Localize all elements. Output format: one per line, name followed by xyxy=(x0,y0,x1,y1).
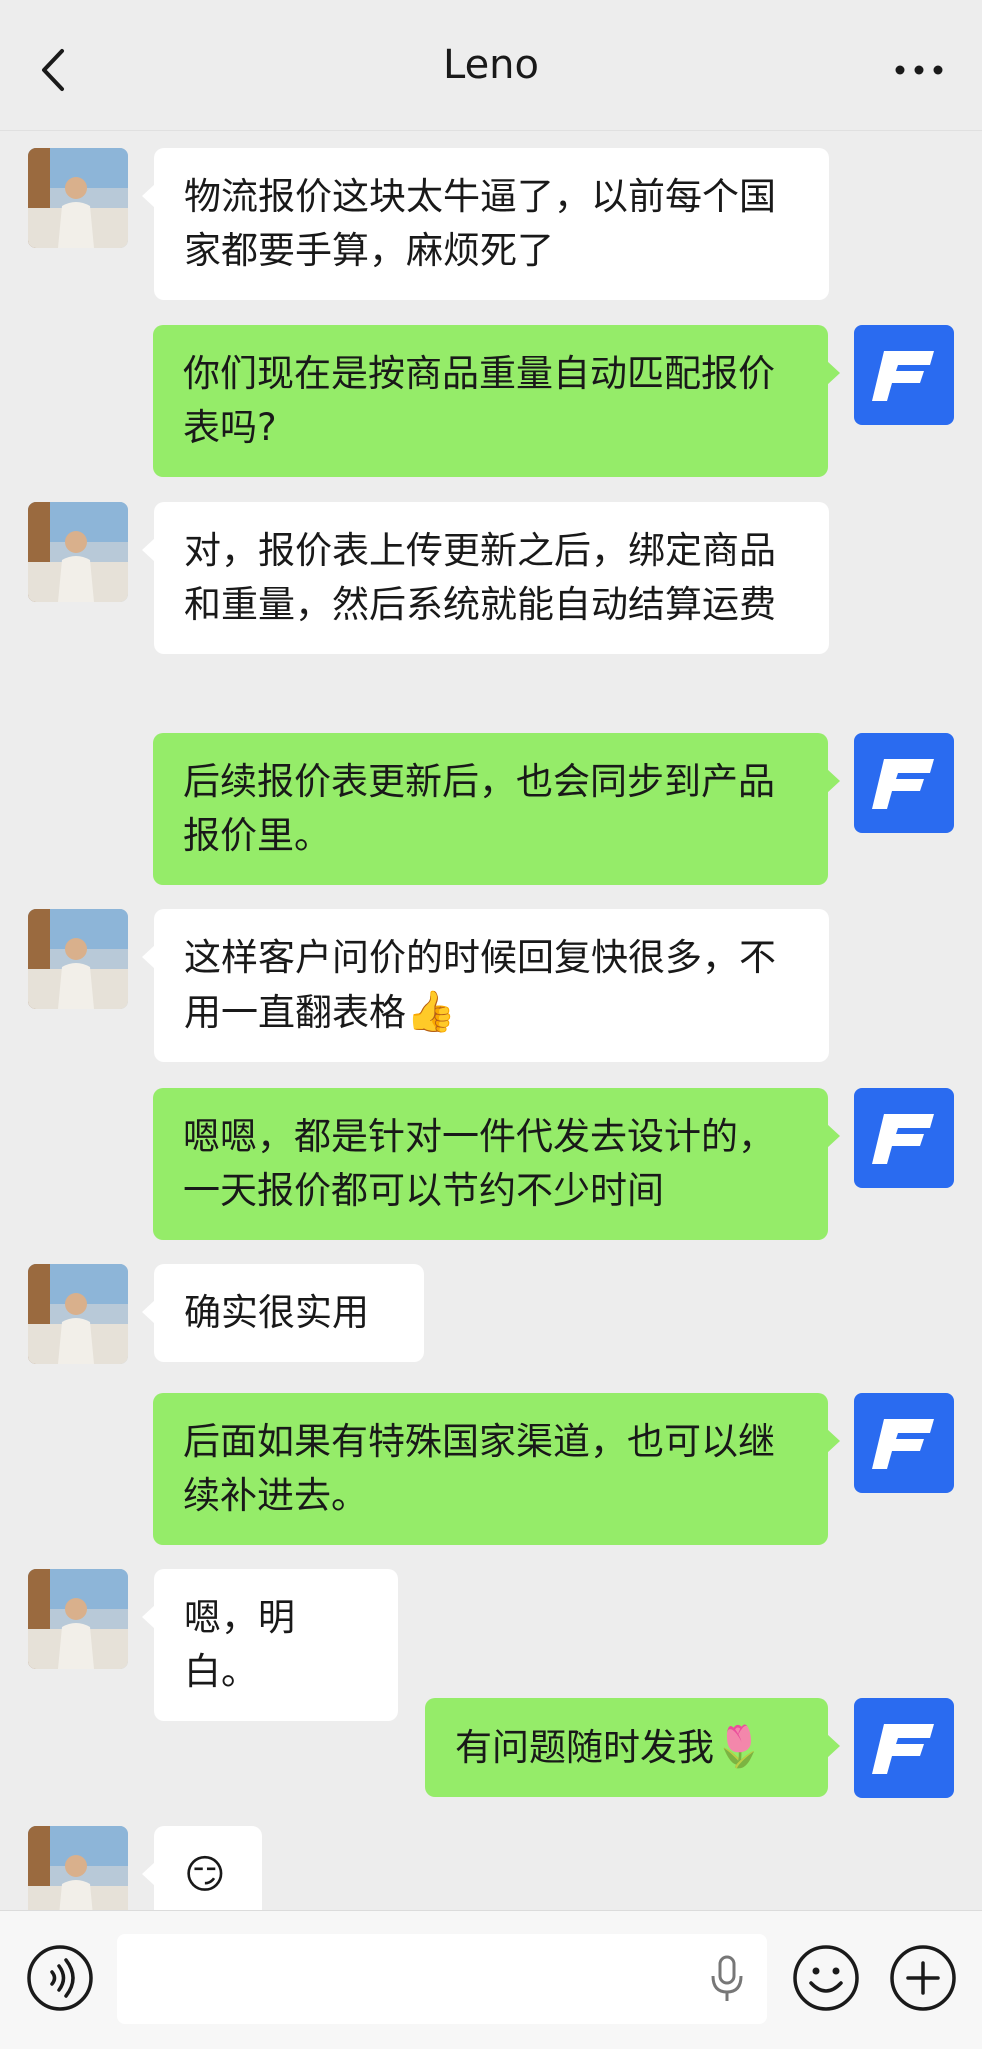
my-avatar[interactable] xyxy=(854,1088,954,1188)
message-text: 有问题随时发我 xyxy=(455,1726,714,1769)
person-photo-icon xyxy=(28,1264,128,1364)
contact-avatar[interactable] xyxy=(28,1569,128,1669)
tulip-emoji: 🌷 xyxy=(714,1724,764,1770)
my-avatar[interactable] xyxy=(854,733,954,833)
microphone-button[interactable] xyxy=(707,1954,747,2004)
person-photo-icon xyxy=(28,148,128,248)
my-avatar[interactable] xyxy=(854,1698,954,1798)
message-bubble-outgoing[interactable]: 后面如果有特殊国家渠道，也可以继续补进去。 xyxy=(153,1393,840,1545)
message-input[interactable] xyxy=(117,1934,767,2024)
more-actions-button[interactable] xyxy=(888,1943,958,2013)
contact-avatar[interactable] xyxy=(28,909,128,1009)
message-bubble-incoming[interactable]: 物流报价这块太牛逼了，以前每个国家都要手算，麻烦死了 xyxy=(142,148,829,300)
contact-avatar[interactable] xyxy=(28,1826,128,1910)
my-avatar[interactable] xyxy=(854,1393,954,1493)
emoji-button[interactable] xyxy=(791,1943,861,2013)
message-text: 后续报价表更新后，也会同步到产品报价里。 xyxy=(183,760,775,857)
contact-avatar[interactable] xyxy=(28,502,128,602)
emoji-smile-icon xyxy=(793,1945,859,2011)
back-button[interactable] xyxy=(28,35,78,105)
brand-logo-icon xyxy=(854,1088,954,1188)
microphone-icon xyxy=(711,1955,743,2001)
message-bubble-outgoing[interactable]: 有问题随时发我🌷 xyxy=(425,1698,840,1797)
voice-toggle-button[interactable] xyxy=(25,1943,95,2013)
chat-header: Leno xyxy=(0,0,982,131)
person-photo-icon xyxy=(28,502,128,602)
person-photo-icon xyxy=(28,1826,128,1910)
message-text: 你们现在是按商品重量自动匹配报价表吗? xyxy=(183,352,775,449)
message-text: 嗯嗯，都是针对一件代发去设计的，一天报价都可以节约不少时间 xyxy=(183,1115,775,1212)
message-bubble-incoming[interactable]: 确实很实用 xyxy=(142,1264,424,1362)
message-text: 物流报价这块太牛逼了，以前每个国家都要手算，麻烦死了 xyxy=(184,175,776,272)
message-text: 嗯，明白。 xyxy=(184,1596,295,1693)
message-bubble-incoming[interactable]: 对，报价表上传更新之后，绑定商品和重量，然后系统就能自动结算运费 xyxy=(142,502,829,654)
message-bubble-outgoing[interactable]: 嗯嗯，都是针对一件代发去设计的，一天报价都可以节约不少时间 xyxy=(153,1088,840,1240)
brand-logo-icon xyxy=(854,325,954,425)
person-photo-icon xyxy=(28,909,128,1009)
more-button[interactable] xyxy=(884,40,954,100)
brand-logo-icon xyxy=(854,1698,954,1798)
message-text: 后面如果有特殊国家渠道，也可以继续补进去。 xyxy=(183,1420,775,1517)
contact-avatar[interactable] xyxy=(28,1264,128,1364)
thumbs-up-emoji: 👍 xyxy=(406,989,456,1035)
contact-avatar[interactable] xyxy=(28,148,128,248)
message-bubble-outgoing[interactable]: 后续报价表更新后，也会同步到产品报价里。 xyxy=(153,733,840,885)
chevron-left-icon xyxy=(42,49,64,91)
brand-logo-icon xyxy=(854,733,954,833)
message-bubble-incoming[interactable]: 😏 xyxy=(142,1826,262,1910)
smirk-emoji: 😏 xyxy=(184,1852,226,1898)
input-bar xyxy=(0,1910,982,2049)
message-list[interactable]: 物流报价这块太牛逼了，以前每个国家都要手算，麻烦死了 你们现在是按商品重量自动匹… xyxy=(0,131,982,1910)
person-photo-icon xyxy=(28,1569,128,1669)
voice-toggle-icon xyxy=(27,1945,93,2011)
brand-logo-icon xyxy=(854,1393,954,1493)
message-bubble-incoming[interactable]: 嗯，明白。 xyxy=(142,1569,398,1721)
message-text: 这样客户问价的时候回复快很多，不用一直翻表格 xyxy=(184,936,776,1034)
chat-title: Leno xyxy=(442,42,539,88)
message-text: 对，报价表上传更新之后，绑定商品和重量，然后系统就能自动结算运费 xyxy=(184,529,776,626)
message-bubble-incoming[interactable]: 这样客户问价的时候回复快很多，不用一直翻表格👍 xyxy=(142,909,829,1062)
plus-circle-icon xyxy=(890,1945,956,2011)
message-bubble-outgoing[interactable]: 你们现在是按商品重量自动匹配报价表吗? xyxy=(153,325,840,477)
message-text: 确实很实用 xyxy=(184,1291,369,1334)
more-dots-icon xyxy=(895,65,943,75)
my-avatar[interactable] xyxy=(854,325,954,425)
